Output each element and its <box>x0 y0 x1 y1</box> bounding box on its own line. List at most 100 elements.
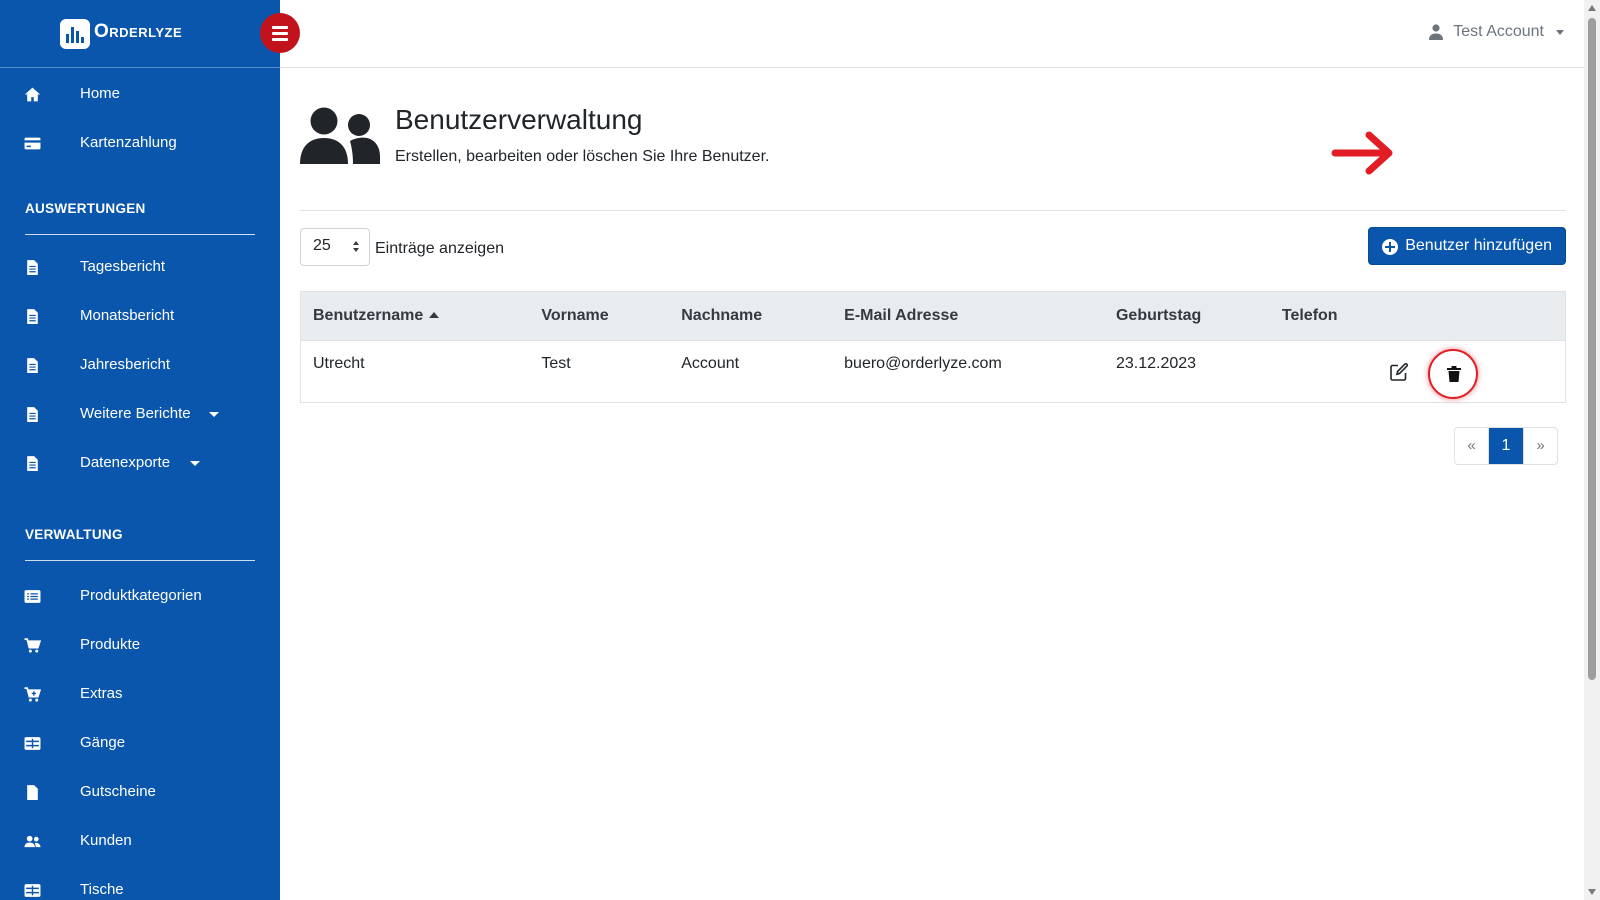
account-dropdown[interactable]: Test Account <box>1429 23 1564 41</box>
cart-plus-icon <box>24 687 41 702</box>
trash-icon <box>1446 366 1461 382</box>
table-header-row: Benutzername Vorname Nachname E-Mail Adr… <box>300 291 1566 341</box>
cell-first-name: Test <box>541 355 571 372</box>
column-header-telefon[interactable]: Telefon <box>1269 291 1566 341</box>
file-icon <box>27 358 38 373</box>
pagination: « 1 » <box>1454 427 1558 465</box>
chevron-down-icon <box>209 412 219 417</box>
sidebar-item-jahresbericht[interactable]: Jahresbericht <box>0 345 280 385</box>
table-icon <box>24 884 41 897</box>
sidebar-item-gaenge[interactable]: Gänge <box>0 723 280 763</box>
sidebar-item-label: Weitere Berichte <box>80 405 191 422</box>
sidebar-item-label: Jahresbericht <box>80 356 171 373</box>
sidebar-item-label: Datenexporte <box>80 454 171 471</box>
sidebar-item-gutscheine[interactable]: Gutscheine <box>0 772 280 812</box>
sidebar-item-label: Tagesbericht <box>80 258 166 275</box>
pagination-page-1[interactable]: 1 <box>1489 428 1523 464</box>
scroll-down-icon[interactable] <box>1588 889 1596 895</box>
hamburger-icon-bar <box>272 32 288 35</box>
delete-button[interactable] <box>1427 349 1478 399</box>
sidebar-item-tagesbericht[interactable]: Tagesbericht <box>0 247 280 287</box>
sidebar-item-produkte[interactable]: Produkte <box>0 625 280 665</box>
page-scrollbar[interactable] <box>1584 0 1600 900</box>
topbar: Test Account <box>280 0 1584 68</box>
credit-card-icon <box>24 137 41 150</box>
add-user-button[interactable]: Benutzer hinzufügen <box>1368 227 1566 265</box>
home-icon <box>24 87 41 102</box>
column-header-vorname[interactable]: Vorname <box>529 291 670 341</box>
sidebar-item-label: Gänge <box>80 734 126 751</box>
sidebar-item-weitere-berichte[interactable]: Weitere Berichte <box>0 394 280 434</box>
table-icon <box>24 737 41 750</box>
header-divider <box>300 210 1566 211</box>
hamburger-icon-bar <box>272 38 288 41</box>
sidebar-item-extras[interactable]: Extras <box>0 674 280 714</box>
menu-toggle-button[interactable] <box>260 13 300 53</box>
sidebar-item-label: Monatsbericht <box>80 307 175 324</box>
page-title: Benutzerverwaltung <box>395 104 643 135</box>
users-icon <box>24 835 41 848</box>
plus-circle-icon <box>1382 239 1399 255</box>
scroll-up-icon[interactable] <box>1588 5 1596 11</box>
cell-email: buero@orderlyze.com <box>844 355 1002 372</box>
list-icon <box>24 590 41 603</box>
section-divider <box>25 560 255 561</box>
annotation-arrow-icon <box>1331 131 1393 175</box>
file-icon <box>27 407 38 422</box>
users-table: Benutzername Vorname Nachname E-Mail Adr… <box>300 291 1566 403</box>
brand[interactable]: Orderlyze <box>0 0 280 68</box>
file-icon <box>27 260 38 275</box>
column-header-nachname[interactable]: Nachname <box>669 291 833 341</box>
edit-icon[interactable] <box>1389 362 1409 382</box>
section-divider <box>25 234 255 235</box>
scrollbar-thumb[interactable] <box>1588 18 1596 680</box>
section-heading-verwaltung: VERWALTUNG <box>25 527 123 542</box>
add-user-button-label: Benutzer hinzufügen <box>1405 237 1552 254</box>
page-subtitle: Erstellen, bearbeiten oder löschen Sie I… <box>395 148 770 165</box>
users-icon <box>300 107 380 164</box>
file-icon <box>27 456 38 471</box>
hamburger-icon <box>272 26 288 29</box>
sidebar-item-kartenzahlung[interactable]: Kartenzahlung <box>0 123 280 163</box>
sidebar-item-label: Kartenzahlung <box>80 134 177 151</box>
file-icon <box>27 309 38 324</box>
page-length-select[interactable]: 25 <box>300 228 370 266</box>
sidebar-item-home[interactable]: Home <box>0 74 280 114</box>
cell-birthday: 23.12.2023 <box>1115 355 1197 372</box>
user-icon <box>1429 24 1444 40</box>
page-length-value: 25 <box>313 237 331 254</box>
pagination-next[interactable]: » <box>1523 428 1557 464</box>
pagination-prev[interactable]: « <box>1455 428 1489 464</box>
sidebar-item-label: Gutscheine <box>80 783 156 800</box>
account-name: Test Account <box>1453 23 1544 40</box>
sidebar-item-tische[interactable]: Tische <box>0 870 280 900</box>
brand-name: Orderlyze <box>94 21 183 42</box>
sidebar-item-label: Produkte <box>80 636 141 653</box>
sidebar-item-label: Produktkategorien <box>80 587 202 604</box>
sidebar-item-label: Tische <box>80 881 124 898</box>
cart-icon <box>24 638 41 653</box>
page-length-label: Einträge anzeigen <box>375 240 504 257</box>
sidebar-item-produktkategorien[interactable]: Produktkategorien <box>0 576 280 616</box>
cell-phone-actions <box>1270 341 1566 403</box>
sidebar-item-label: Home <box>80 85 121 102</box>
cell-username: Utrecht <box>313 355 365 372</box>
bar-chart-logo-icon <box>60 19 90 49</box>
section-heading-auswertungen: AUSWERTUNGEN <box>25 201 146 216</box>
sidebar: Orderlyze Home Kartenzahlung AUSWERTUNGE… <box>0 0 280 900</box>
sort-asc-icon <box>429 312 440 318</box>
cell-last-name: Account <box>681 355 740 372</box>
sidebar-item-monatsbericht[interactable]: Monatsbericht <box>0 296 280 336</box>
column-header-email[interactable]: E-Mail Adresse <box>832 291 1104 341</box>
sidebar-item-kunden[interactable]: Kunden <box>0 821 280 861</box>
sidebar-item-datenexporte[interactable]: Datenexporte <box>0 443 280 483</box>
column-header-geburtstag[interactable]: Geburtstag <box>1103 291 1270 341</box>
file-icon <box>27 785 38 800</box>
chevron-down-icon <box>1556 29 1564 35</box>
chevron-down-icon <box>190 461 200 466</box>
column-header-benutzername[interactable]: Benutzername <box>300 291 530 341</box>
sidebar-item-label: Extras <box>80 685 123 702</box>
sort-updown-icon <box>353 241 359 252</box>
table-row: Utrecht Test Account buero@orderlyze.com… <box>301 341 1566 403</box>
sidebar-item-label: Kunden <box>80 832 132 849</box>
